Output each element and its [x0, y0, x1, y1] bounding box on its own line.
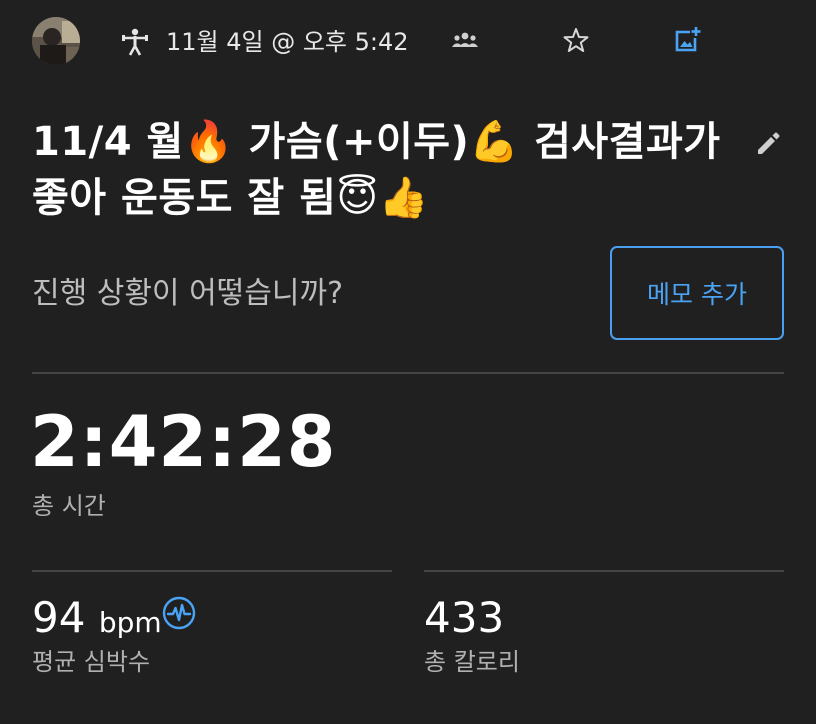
add-photo-button[interactable]: [669, 24, 705, 60]
heart-rate-unit: bpm: [98, 606, 162, 639]
pencil-icon: [753, 129, 783, 163]
add-memo-button[interactable]: 메모 추가: [610, 246, 784, 340]
favorite-button[interactable]: [558, 24, 594, 60]
avatar[interactable]: [32, 17, 80, 65]
people-icon: [451, 30, 479, 54]
people-button[interactable]: [447, 24, 483, 60]
edit-title-button[interactable]: [748, 126, 788, 166]
calories-value: 433: [424, 593, 505, 642]
activity-header: 11월 4일 @ 오후 5:42: [0, 0, 816, 84]
heart-rate-label: 평균 심박수: [32, 648, 151, 676]
total-time-value: 2:42:28: [30, 401, 337, 483]
activity-title[interactable]: 11/4 월🔥 가슴(+이두)💪 검사결과가 좋아 운동도 잘 됨😇👍: [32, 114, 722, 226]
strength-training-icon: [120, 27, 150, 57]
activity-title-container: 11/4 월🔥 가슴(+이두)💪 검사결과가 좋아 운동도 잘 됨😇👍: [32, 114, 722, 226]
section-divider: [32, 372, 784, 374]
total-time-label: 총 시간: [32, 492, 106, 520]
calories-divider: [424, 570, 784, 572]
heart-rate-info-button[interactable]: [162, 596, 196, 630]
heart-rate-divider: [32, 570, 392, 572]
heart-rate-stat: 94 bpm: [32, 594, 162, 647]
heart-rate-icon: [162, 596, 196, 634]
add-photo-icon: [672, 25, 702, 59]
activity-date: 11월 4일 @ 오후 5:42: [166, 28, 409, 56]
heart-rate-value: 94: [32, 593, 86, 642]
progress-prompt: 진행 상황이 어떻습니까?: [32, 276, 343, 311]
star-outline-icon: [562, 26, 590, 58]
calories-label: 총 칼로리: [424, 648, 520, 676]
